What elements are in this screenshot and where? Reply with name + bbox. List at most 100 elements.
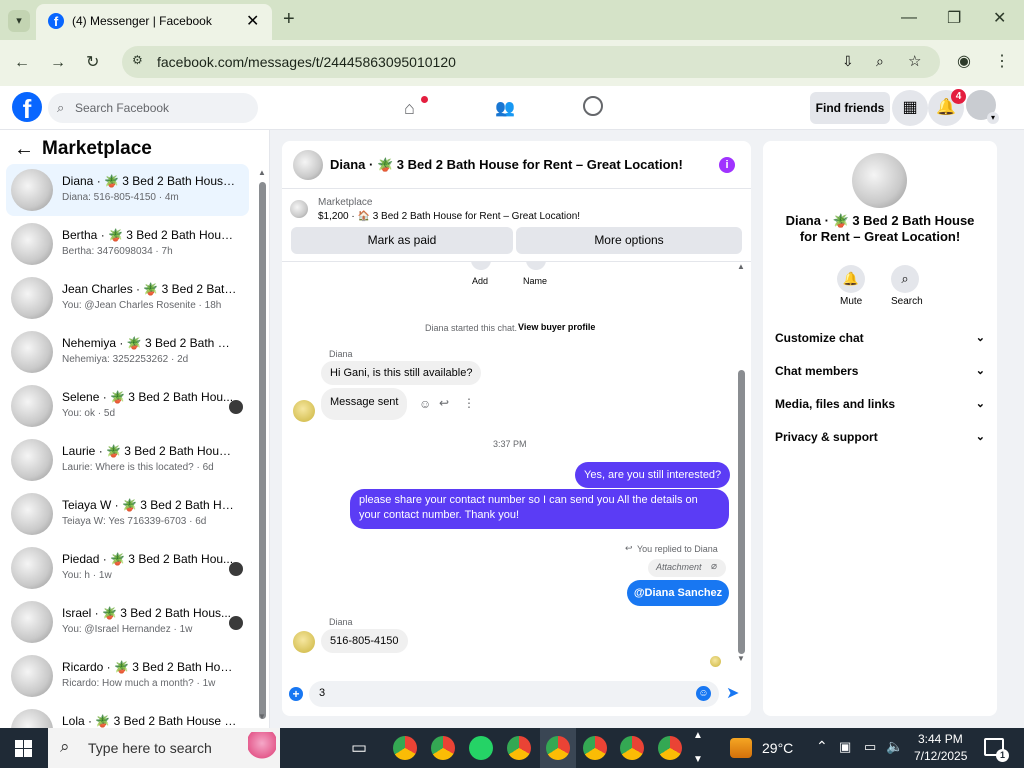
back-arrow-icon[interactable]: ← xyxy=(14,138,34,161)
taskbar-search-input[interactable]: ⌕ Type here to search xyxy=(48,728,280,768)
task-view-icon[interactable]: ▭ xyxy=(351,738,367,758)
marketplace-label: Marketplace xyxy=(318,197,373,208)
search-facebook-input[interactable]: ⌕ Search Facebook xyxy=(48,93,258,123)
show-hidden-icons-icon[interactable]: ⌃ xyxy=(816,738,828,755)
site-info-icon[interactable]: ⚙ xyxy=(132,53,143,67)
tab-search-chevron-icon[interactable]: ▾ xyxy=(8,10,30,32)
chrome-menu-icon[interactable]: ⋮ xyxy=(994,54,1010,70)
conversation-name: Bertha · 🪴 3 Bed 2 Bath House... xyxy=(62,228,237,242)
windows-taskbar: ⌕ Type here to search ▭ ▲ ▼ 29°C ⌃ ▣ ▭ 🔈… xyxy=(0,728,1024,768)
network-icon[interactable]: ▭ xyxy=(864,739,876,755)
chrome-app-icon[interactable] xyxy=(583,736,607,760)
view-buyer-profile-link[interactable]: View buyer profile xyxy=(518,322,595,332)
seen-avatar xyxy=(229,616,243,630)
maximize-icon[interactable]: ❐ xyxy=(947,11,961,27)
info-icon[interactable]: i xyxy=(719,157,735,173)
menu-grid-icon[interactable]: ▦ xyxy=(892,90,928,126)
profile-icon[interactable]: ◉ xyxy=(957,54,971,70)
name-contact-icon[interactable] xyxy=(526,262,546,270)
conversation-item[interactable]: Nehemiya · 🪴 3 Bed 2 Bath Hou... Nehemiya… xyxy=(6,326,249,378)
incoming-message-3[interactable]: 516-805-4150 xyxy=(321,629,408,653)
weather-icon[interactable] xyxy=(730,738,752,758)
conversation-item[interactable]: Laurie · 🪴 3 Bed 2 Bath House ... Laurie:… xyxy=(6,434,249,486)
conversation-item[interactable]: Teiaya W · 🪴 3 Bed 2 Bath Hou... Teiaya W… xyxy=(6,488,249,540)
chrome-app-icon[interactable] xyxy=(546,736,570,760)
install-app-icon[interactable]: ⇩ xyxy=(842,53,854,70)
meet-now-icon[interactable]: ▣ xyxy=(839,739,851,755)
search-icon[interactable]: ⌕ xyxy=(891,265,919,293)
listing-avatar-large[interactable] xyxy=(852,153,907,208)
conversation-item[interactable]: Jean Charles · 🪴 3 Bed 2 Bath ... You: @J… xyxy=(6,272,249,324)
chat-title[interactable]: Diana · 🪴 3 Bed 2 Bath House for Rent – … xyxy=(330,157,683,173)
send-icon[interactable]: ➤ xyxy=(726,683,739,703)
volume-icon[interactable]: 🔈 xyxy=(886,738,903,755)
conversation-preview: Diana: 516-805-4150 · 4m xyxy=(62,192,179,203)
chat-members-row[interactable]: Chat members ⌄ xyxy=(775,359,985,383)
media-files-links-row[interactable]: Media, files and links ⌄ xyxy=(775,392,985,416)
chrome-app-icon[interactable] xyxy=(507,736,531,760)
more-options-button[interactable]: More options xyxy=(516,227,742,254)
emoji-icon[interactable]: ☺ xyxy=(696,686,711,701)
sender-name: Diana xyxy=(329,349,353,359)
temperature[interactable]: 29°C xyxy=(762,740,793,756)
outgoing-message-2[interactable]: please share your contact number so I ca… xyxy=(350,489,729,529)
conversation-item[interactable]: Diana · 🪴 3 Bed 2 Bath House ... Diana: 5… xyxy=(6,164,249,216)
conversation-scrollbar[interactable]: ▲ ▼ xyxy=(257,168,267,724)
forward-icon[interactable]: → xyxy=(50,55,66,71)
messages-scrollbar[interactable]: ▲ ▼ xyxy=(737,262,747,664)
mark-as-paid-button[interactable]: Mark as paid xyxy=(291,227,513,254)
chat-header-avatar[interactable] xyxy=(293,150,323,180)
incoming-message-1[interactable]: Hi Gani, is this still available? xyxy=(321,361,482,385)
reload-icon[interactable]: ↻ xyxy=(86,55,99,71)
taskbar-scroll-up-icon[interactable]: ▲ xyxy=(693,730,703,741)
conversation-item[interactable]: Ricardo · 🪴 3 Bed 2 Bath Hous... Ricardo:… xyxy=(6,650,249,702)
browser-tab[interactable]: f (4) Messenger | Facebook ✕ xyxy=(36,4,272,40)
clock-date[interactable]: 7/12/2025 xyxy=(914,749,967,763)
minimize-icon[interactable]: — xyxy=(901,10,917,26)
mute-bell-icon[interactable]: 🔔 xyxy=(837,265,865,293)
clock-time[interactable]: 3:44 PM xyxy=(918,732,963,746)
listing-line[interactable]: $1,200 · 🏠 3 Bed 2 Bath House for Rent –… xyxy=(318,211,580,222)
privacy-support-row[interactable]: Privacy & support ⌄ xyxy=(775,425,985,449)
add-contact-icon[interactable] xyxy=(471,262,491,270)
start-windows-icon[interactable] xyxy=(15,740,32,757)
whatsapp-icon[interactable] xyxy=(469,736,493,760)
message-input[interactable]: 3 ☺ xyxy=(309,681,719,707)
home-icon[interactable]: ⌂ xyxy=(404,98,415,119)
chrome-app-icon[interactable] xyxy=(658,736,682,760)
chrome-app-icon[interactable] xyxy=(620,736,644,760)
zoom-icon[interactable]: ⌕ xyxy=(876,53,884,70)
conversation-item[interactable]: Israel · 🪴 3 Bed 2 Bath Hous... You: @Isr… xyxy=(6,596,249,648)
sender-avatar-2[interactable] xyxy=(293,631,315,653)
more-actions-icon[interactable]: ⋮ xyxy=(463,396,475,410)
window-close-icon[interactable]: ✕ xyxy=(993,11,1006,27)
conversation-item[interactable]: Bertha · 🪴 3 Bed 2 Bath House... Bertha: … xyxy=(6,218,249,270)
chrome-app-icon[interactable] xyxy=(393,736,417,760)
conversation-item[interactable]: Selene · 🪴 3 Bed 2 Bath Hou... You: ok · … xyxy=(6,380,249,432)
chrome-app-icon[interactable] xyxy=(431,736,455,760)
facebook-logo-icon[interactable]: f xyxy=(12,92,42,122)
account-chevron-icon[interactable]: ▾ xyxy=(987,112,999,124)
back-icon[interactable]: ← xyxy=(14,55,30,71)
outgoing-message-1[interactable]: Yes, are you still interested? xyxy=(575,462,731,488)
conversation-item[interactable]: Lola · 🪴 3 Bed 2 Bath House fo... xyxy=(6,704,249,728)
friends-icon[interactable]: 👥 xyxy=(495,98,515,118)
name-label: Name xyxy=(523,276,548,286)
conversation-item[interactable]: Piedad · 🪴 3 Bed 2 Bath Hou... You: h · 1… xyxy=(6,542,249,594)
groups-icon[interactable] xyxy=(583,96,603,116)
taskbar-scroll-down-icon[interactable]: ▼ xyxy=(693,754,703,765)
reply-icon[interactable]: ↩ xyxy=(439,396,449,410)
url-input[interactable]: ⚙ facebook.com/messages/t/24445863095010… xyxy=(122,46,940,78)
add-attachment-icon[interactable]: + xyxy=(289,687,303,701)
react-icon[interactable]: ☺ xyxy=(419,397,431,411)
customize-chat-row[interactable]: Customize chat ⌄ xyxy=(775,326,985,350)
listing-thumbnail[interactable] xyxy=(290,200,308,218)
bookmark-star-icon[interactable]: ☆ xyxy=(908,52,921,70)
tab-close-icon[interactable]: ✕ xyxy=(246,11,259,31)
attachment-pill[interactable]: Attachment ⌀ xyxy=(648,559,726,577)
mention-bubble[interactable]: @Diana Sanchez xyxy=(627,580,729,606)
new-tab-icon[interactable]: + xyxy=(283,9,295,29)
find-friends-button[interactable]: Find friends xyxy=(810,92,890,124)
incoming-message-2[interactable]: Message sent xyxy=(321,388,408,420)
sender-avatar[interactable] xyxy=(293,400,315,422)
